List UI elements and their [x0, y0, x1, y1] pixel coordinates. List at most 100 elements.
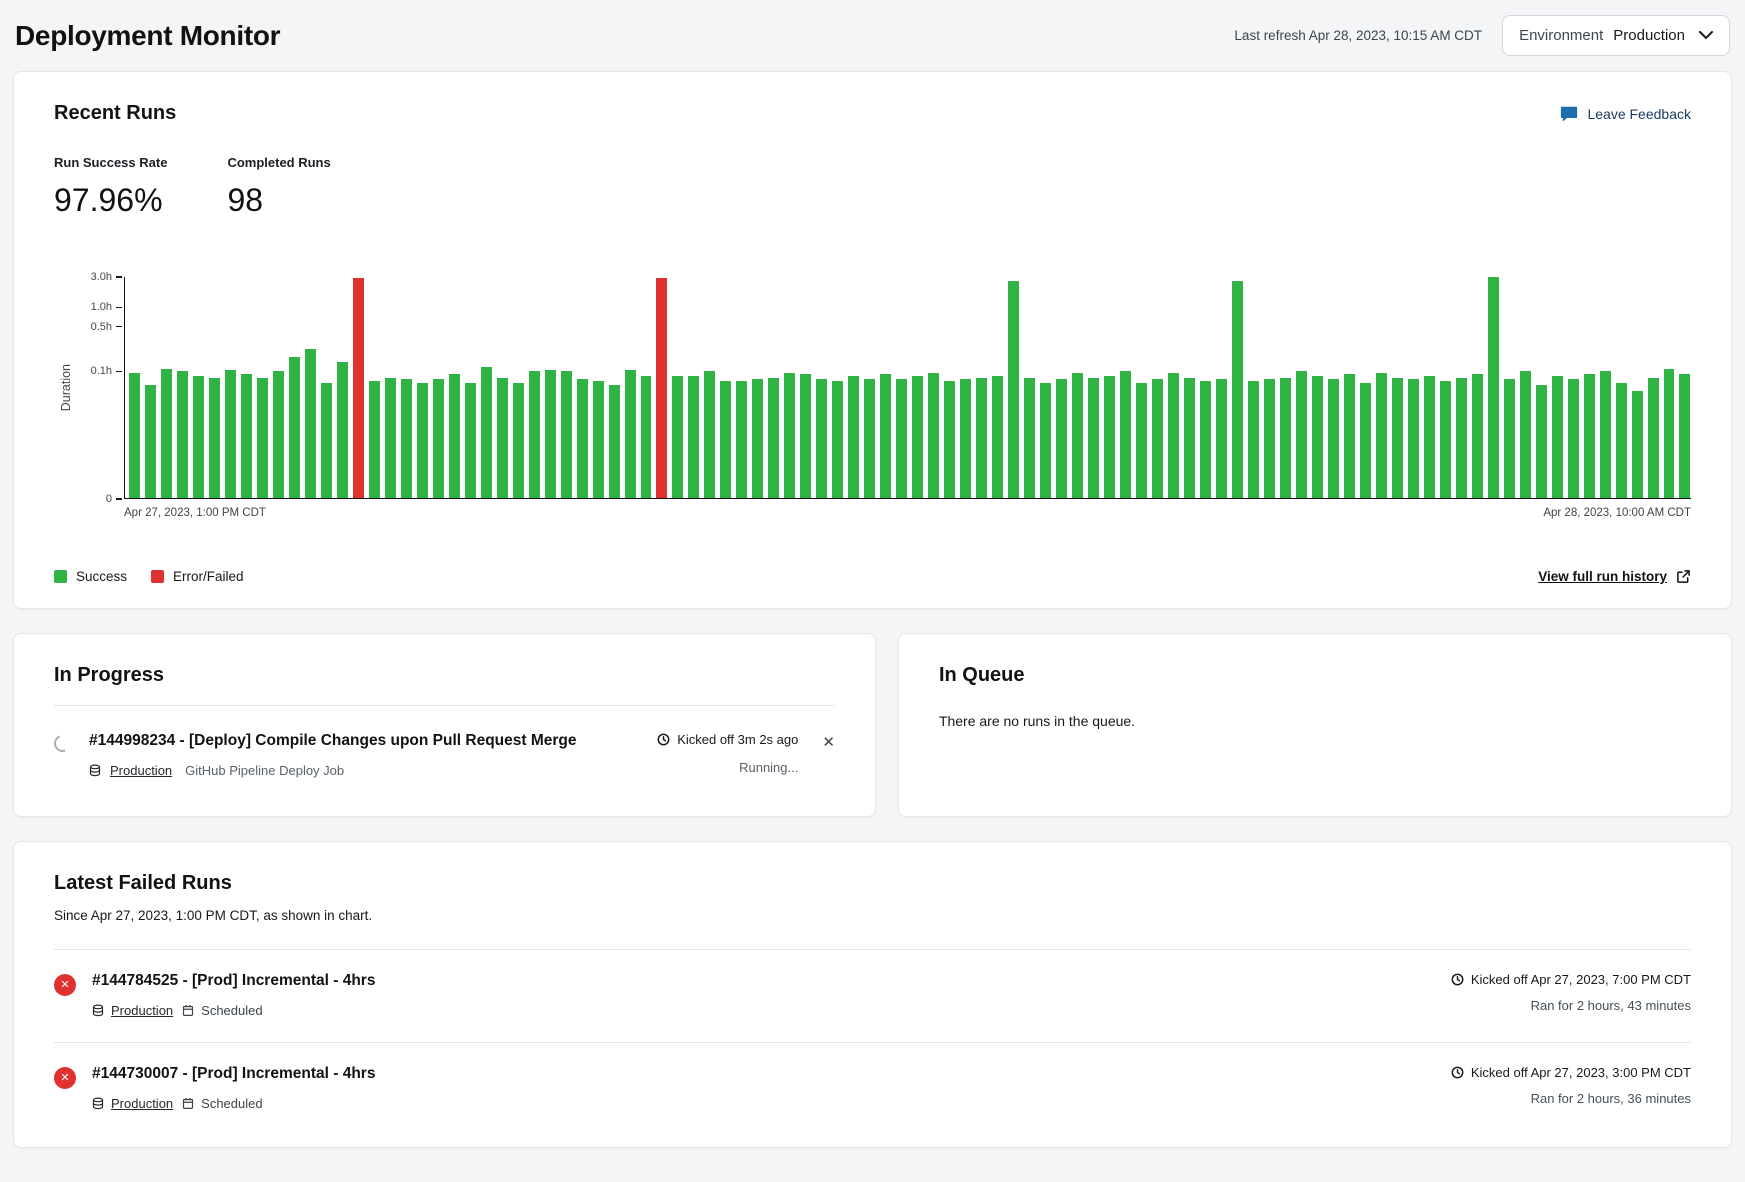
run-bar-success[interactable]: [1584, 374, 1595, 499]
run-bar-success[interactable]: [1040, 383, 1051, 499]
run-bar-success[interactable]: [816, 379, 827, 499]
run-bar-success[interactable]: [928, 373, 939, 499]
run-bar-success[interactable]: [880, 374, 891, 499]
run-bar-success[interactable]: [481, 367, 492, 499]
run-bar-success[interactable]: [1328, 379, 1339, 499]
run-bar-success[interactable]: [688, 376, 699, 499]
failed-run-environment-link[interactable]: Production: [111, 1003, 173, 1018]
run-bar-success[interactable]: [672, 376, 683, 499]
run-bar-success[interactable]: [609, 385, 620, 499]
run-bar-success[interactable]: [896, 379, 907, 499]
run-bar-success[interactable]: [209, 378, 220, 500]
run-bar-success[interactable]: [1424, 376, 1435, 499]
run-bar-success[interactable]: [465, 383, 476, 499]
run-bar-success[interactable]: [1312, 376, 1323, 499]
run-bar-success[interactable]: [1200, 381, 1211, 499]
run-bar-success[interactable]: [1440, 381, 1451, 499]
run-bar-success[interactable]: [321, 383, 332, 499]
run-bar-success[interactable]: [305, 349, 316, 499]
run-bar-success[interactable]: [1520, 371, 1531, 499]
run-bar-success[interactable]: [1184, 378, 1195, 500]
close-icon[interactable]: ✕: [822, 735, 835, 750]
run-bar-success[interactable]: [369, 381, 380, 499]
run-bar-success[interactable]: [944, 381, 955, 499]
run-bar-success[interactable]: [1376, 373, 1387, 499]
run-bar-success[interactable]: [257, 378, 268, 500]
run-bar-success[interactable]: [720, 381, 731, 499]
run-bar-success[interactable]: [1152, 379, 1163, 499]
run-bar-success[interactable]: [289, 357, 300, 499]
run-bar-success[interactable]: [577, 379, 588, 499]
run-bar-success[interactable]: [768, 378, 779, 500]
run-bar-success[interactable]: [704, 371, 715, 499]
run-bar-success[interactable]: [832, 381, 843, 499]
run-bar-success[interactable]: [225, 370, 236, 499]
run-bar-success[interactable]: [1024, 378, 1035, 500]
run-bar-success[interactable]: [1552, 376, 1563, 499]
run-bar-success[interactable]: [497, 378, 508, 500]
run-bar-success[interactable]: [784, 373, 795, 499]
run-bar-success[interactable]: [177, 371, 188, 499]
run-bar-success[interactable]: [273, 371, 284, 499]
run-bar-success[interactable]: [1344, 374, 1355, 499]
run-bar-success[interactable]: [1216, 379, 1227, 499]
run-bar-success[interactable]: [1504, 379, 1515, 499]
run-bar-success[interactable]: [433, 379, 444, 499]
environment-select[interactable]: Environment Production: [1502, 15, 1730, 56]
run-bar-success[interactable]: [1248, 381, 1259, 499]
run-bar-success[interactable]: [545, 370, 556, 499]
run-bar-success[interactable]: [401, 379, 412, 499]
run-bar-success[interactable]: [1408, 379, 1419, 499]
run-bar-success[interactable]: [1456, 378, 1467, 500]
run-bar-failed[interactable]: [656, 278, 667, 499]
run-bar-success[interactable]: [1296, 371, 1307, 499]
run-bar-success[interactable]: [513, 383, 524, 499]
run-bar-success[interactable]: [1120, 371, 1131, 499]
run-bar-success[interactable]: [193, 376, 204, 499]
run-bar-success[interactable]: [800, 374, 811, 499]
run-bar-success[interactable]: [848, 376, 859, 499]
run-bar-success[interactable]: [145, 385, 156, 499]
view-full-run-history-link[interactable]: View full run history: [1538, 569, 1691, 584]
run-bar-success[interactable]: [641, 376, 652, 499]
run-bar-success[interactable]: [1360, 383, 1371, 499]
run-bar-success[interactable]: [1679, 374, 1690, 499]
run-bar-success[interactable]: [1136, 383, 1147, 499]
run-bar-success[interactable]: [417, 383, 428, 499]
in-progress-environment-link[interactable]: Production: [110, 763, 172, 778]
run-bar-success[interactable]: [385, 378, 396, 500]
run-bar-success[interactable]: [561, 371, 572, 499]
run-bar-success[interactable]: [129, 373, 140, 499]
run-bar-success[interactable]: [337, 362, 348, 499]
run-bar-success[interactable]: [1104, 376, 1115, 499]
run-bar-success[interactable]: [736, 381, 747, 499]
run-bar-failed[interactable]: [353, 278, 364, 499]
run-bar-success[interactable]: [1264, 379, 1275, 499]
run-bar-success[interactable]: [593, 381, 604, 499]
leave-feedback-link[interactable]: Leave Feedback: [1560, 105, 1691, 123]
run-bar-success[interactable]: [1568, 379, 1579, 499]
run-bar-success[interactable]: [864, 379, 875, 499]
run-bar-success[interactable]: [1056, 379, 1067, 499]
run-bar-success[interactable]: [1664, 369, 1675, 499]
failed-run-environment-link[interactable]: Production: [111, 1096, 173, 1111]
run-bar-success[interactable]: [625, 370, 636, 499]
run-bar-success[interactable]: [960, 379, 971, 499]
run-bar-success[interactable]: [1008, 281, 1019, 499]
run-bar-success[interactable]: [1232, 281, 1243, 499]
run-bar-success[interactable]: [976, 378, 987, 500]
run-bar-success[interactable]: [1616, 383, 1627, 499]
run-bar-success[interactable]: [1280, 378, 1291, 500]
run-bar-success[interactable]: [752, 379, 763, 499]
run-bar-success[interactable]: [1536, 385, 1547, 499]
run-bar-success[interactable]: [1648, 378, 1659, 500]
run-bar-success[interactable]: [1600, 371, 1611, 499]
run-bar-success[interactable]: [1472, 374, 1483, 499]
run-bar-success[interactable]: [449, 374, 460, 499]
run-bar-success[interactable]: [912, 376, 923, 499]
run-bar-success[interactable]: [1632, 391, 1643, 499]
run-bar-success[interactable]: [1088, 378, 1099, 500]
run-bar-success[interactable]: [1168, 373, 1179, 499]
run-bar-success[interactable]: [1392, 378, 1403, 500]
run-bar-success[interactable]: [1488, 277, 1499, 499]
